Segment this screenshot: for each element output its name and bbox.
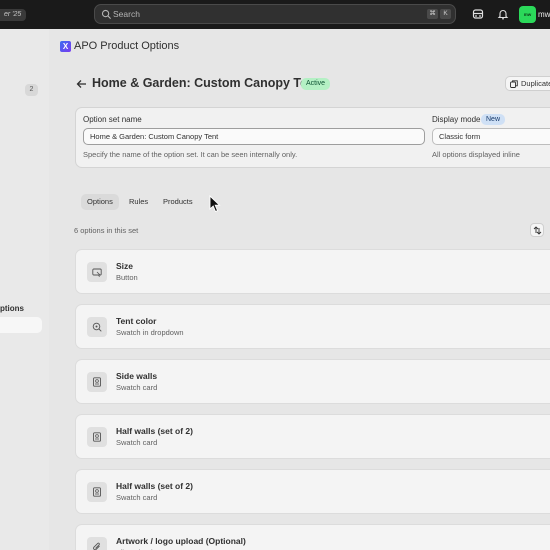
option-card[interactable]: Artwork / logo upload (Optional) File up… bbox=[75, 524, 550, 550]
new-badge: New bbox=[481, 114, 506, 125]
sidebar-count-badge: 2 bbox=[25, 84, 38, 96]
paperclip-icon bbox=[87, 537, 107, 550]
option-card[interactable]: Tent color Swatch in dropdown bbox=[75, 304, 550, 349]
sidebar-section-label: ptions bbox=[0, 304, 24, 313]
store-icon[interactable] bbox=[472, 8, 484, 20]
app-logo-icon: X bbox=[60, 41, 71, 52]
bell-icon[interactable] bbox=[497, 8, 509, 20]
sidebar-item-active[interactable] bbox=[0, 317, 42, 333]
swatch-card-icon bbox=[87, 482, 107, 502]
options-count: 6 options in this set bbox=[74, 226, 139, 235]
tab-products[interactable]: Products bbox=[157, 194, 199, 210]
option-card[interactable]: Half walls (set of 2) Swatch card bbox=[75, 469, 550, 514]
display-mode-help: All options displayed inline bbox=[432, 150, 520, 159]
display-mode-select[interactable]: Classic form bbox=[432, 128, 550, 145]
option-card[interactable]: Size Button bbox=[75, 249, 550, 294]
button-icon bbox=[87, 262, 107, 282]
avatar[interactable]: mw bbox=[519, 6, 536, 23]
user-initials[interactable]: mw bbox=[538, 0, 550, 29]
option-name: Artwork / logo upload (Optional) bbox=[116, 536, 246, 546]
option-name: Half walls (set of 2) bbox=[116, 426, 193, 436]
duplicate-button[interactable]: Duplicate bbox=[505, 76, 550, 91]
search-input[interactable]: Search ⌘ K bbox=[94, 4, 456, 24]
option-type: Swatch card bbox=[116, 438, 158, 447]
shortcut-key-cmd: ⌘ bbox=[427, 9, 438, 19]
app-title: APO Product Options bbox=[74, 40, 180, 52]
top-bar: er '25 Search ⌘ K mw mw bbox=[0, 0, 550, 29]
search-icon bbox=[101, 9, 112, 20]
mouse-cursor-icon bbox=[209, 195, 221, 213]
back-arrow-icon[interactable] bbox=[76, 79, 87, 89]
option-card[interactable]: Side walls Swatch card bbox=[75, 359, 550, 404]
edition-badge: er '25 bbox=[0, 9, 27, 21]
option-name: Tent color bbox=[116, 316, 157, 326]
swatch-dropdown-icon bbox=[87, 317, 107, 337]
search-placeholder: Search bbox=[113, 9, 140, 19]
option-type: Swatch card bbox=[116, 493, 158, 502]
option-type: Button bbox=[116, 273, 138, 282]
page-title: Home & Garden: Custom Canopy Tent bbox=[92, 76, 319, 90]
tab-rules[interactable]: Rules bbox=[123, 194, 154, 210]
option-type: Swatch in dropdown bbox=[116, 328, 184, 337]
tab-options[interactable]: Options bbox=[81, 194, 119, 210]
option-set-name-label: Option set name bbox=[83, 115, 142, 124]
sidebar: 2 ptions bbox=[0, 29, 49, 550]
sort-button[interactable] bbox=[530, 223, 544, 237]
sort-icon bbox=[533, 226, 542, 235]
option-name: Half walls (set of 2) bbox=[116, 481, 193, 491]
swatch-card-icon bbox=[87, 372, 107, 392]
option-name: Side walls bbox=[116, 371, 158, 381]
option-name: Size bbox=[116, 261, 134, 271]
status-badge: Active bbox=[301, 78, 331, 90]
shortcut-key-k: K bbox=[440, 9, 451, 19]
option-set-name-help: Specify the name of the option set. It c… bbox=[83, 150, 298, 159]
duplicate-button-label: Duplicate bbox=[521, 79, 550, 88]
option-card[interactable]: Half walls (set of 2) Swatch card bbox=[75, 414, 550, 459]
swatch-card-icon bbox=[87, 427, 107, 447]
option-type: Swatch card bbox=[116, 383, 158, 392]
duplicate-icon bbox=[510, 80, 518, 88]
option-set-name-field[interactable]: Home & Garden: Custom Canopy Tent bbox=[83, 128, 425, 145]
display-mode-label: Display mode bbox=[432, 115, 481, 124]
